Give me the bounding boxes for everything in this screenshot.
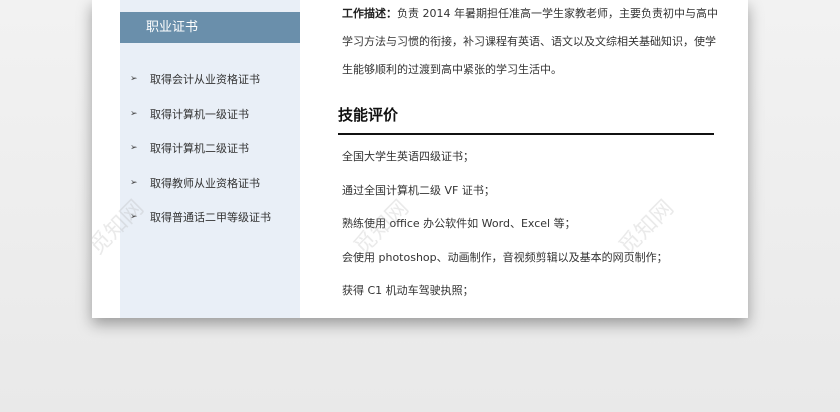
arrow-bullet-icon: ➢ [130,108,138,119]
certificate-item: ➢ 取得教师从业资格证书 [120,166,300,201]
certificates-heading: 职业证书 [120,12,300,43]
certificate-item: ➢ 取得计算机二级证书 [120,131,300,166]
skill-item: 获得 C1 机动车驾驶执照； [342,284,474,297]
skill-item: 会使用 photoshop、动画制作，音视频剪辑以及基本的网页制作； [342,250,668,264]
skills-divider [338,133,714,135]
sidebar: 职业证书 ➢ 取得会计从业资格证书 ➢ 取得计算机一级证书 ➢ 取得计算机二级证… [120,0,300,318]
work-description-text: 负责 2014 年暑期担任准高一学生家教老师，主要负责初中与高中学习方法与习惯的… [342,7,718,76]
certificate-item: ➢ 取得计算机一级证书 [120,97,300,132]
certificate-list: ➢ 取得会计从业资格证书 ➢ 取得计算机一级证书 ➢ 取得计算机二级证书 ➢ 取… [120,62,300,235]
certificate-label: 取得计算机二级证书 [150,142,249,156]
certificate-label: 取得会计从业资格证书 [150,73,260,87]
arrow-bullet-icon: ➢ [130,74,138,85]
skill-item: 全国大学生英语四级证书； [342,150,474,163]
work-description: 工作描述：负责 2014 年暑期担任准高一学生家教老师，主要负责初中与高中学习方… [342,0,724,84]
main-content: 工作描述：负责 2014 年暑期担任准高一学生家教老师，主要负责初中与高中学习方… [328,0,728,318]
arrow-bullet-icon: ➢ [130,212,138,223]
certificate-label: 取得计算机一级证书 [150,107,249,121]
skills-heading: 技能评价 [338,106,399,124]
certificate-label: 取得教师从业资格证书 [150,176,260,190]
skills-list: 全国大学生英语四级证书； 通过全国计算机二级 VF 证书； 熟练使用 offic… [342,146,724,314]
resume-page: 职业证书 ➢ 取得会计从业资格证书 ➢ 取得计算机一级证书 ➢ 取得计算机二级证… [92,0,748,318]
work-description-label: 工作描述： [342,7,397,20]
arrow-bullet-icon: ➢ [130,143,138,154]
skill-item: 通过全国计算机二级 VF 证书； [342,183,495,197]
certificate-item: ➢ 取得会计从业资格证书 [120,62,300,97]
certificate-label: 取得普通话二甲等级证书 [150,211,271,225]
certificate-item: ➢ 取得普通话二甲等级证书 [120,200,300,235]
skill-item: 熟练使用 office 办公软件如 Word、Excel 等； [342,217,576,230]
arrow-bullet-icon: ➢ [130,177,138,188]
